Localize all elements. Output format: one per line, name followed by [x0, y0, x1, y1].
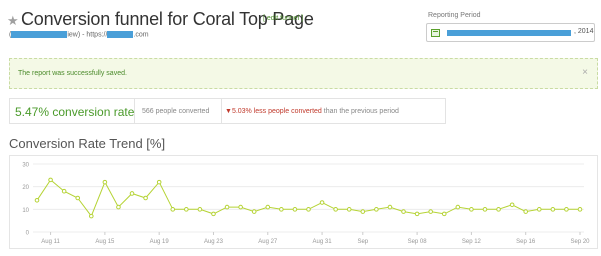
x-tick-label: Sep 12 — [462, 239, 482, 245]
redacted-block — [107, 31, 134, 38]
data-point — [496, 207, 501, 212]
data-point — [265, 204, 271, 210]
x-tick-label: Sep 20 — [570, 239, 590, 245]
data-point — [184, 207, 189, 212]
comparison-highlight: 5.03% less people converted — [231, 108, 322, 115]
data-point — [319, 200, 325, 205]
subtitle-mid: iew) - https:// — [67, 31, 108, 39]
redacted-block — [11, 31, 68, 38]
x-tick-label: Sep 16 — [516, 239, 536, 245]
data-point — [156, 179, 162, 185]
y-tick-label: 10 — [22, 208, 29, 214]
data-point — [414, 211, 420, 217]
divider — [221, 99, 222, 123]
data-point — [387, 204, 393, 210]
reporting-period-year: , 2014 — [574, 28, 594, 35]
reporting-period-picker[interactable]: , 2014 — [426, 23, 595, 42]
data-point — [346, 207, 352, 212]
y-tick-label: 30 — [22, 163, 29, 169]
data-point — [34, 197, 40, 203]
data-point — [360, 209, 366, 214]
conversion-trend-chart: 0 10 20 30 Aug 11 Aug 15 Aug 19 Aug 23 Aug 27 Aug… — [9, 155, 598, 249]
data-point — [61, 188, 67, 194]
conversion-rate-cell: 5.47% conversion rate — [10, 99, 135, 123]
close-icon[interactable]: × — [582, 67, 588, 78]
x-tick-label: Aug 23 — [204, 239, 224, 245]
page-subtitle: (iew) - https://.com — [9, 31, 149, 38]
conversion-rate-value: 5.47% conversion rate — [15, 105, 135, 119]
x-tick-label: Aug 15 — [95, 239, 115, 245]
reporting-period-label: Reporting Period — [428, 12, 481, 19]
data-point — [211, 211, 216, 217]
data-point — [279, 207, 284, 212]
x-tick-label: Aug 27 — [258, 239, 278, 245]
data-point — [129, 191, 135, 196]
x-tick-label: Aug 19 — [150, 239, 170, 245]
y-tick-label: 0 — [26, 231, 30, 237]
subtitle-suffix: .com — [133, 31, 149, 39]
data-point — [102, 179, 108, 185]
edit-funnel-link[interactable]: [ edit funnel ] — [263, 15, 303, 22]
data-point — [170, 207, 176, 212]
data-point — [333, 207, 338, 212]
data-point — [89, 213, 94, 219]
data-point — [428, 209, 433, 214]
y-tick-label: 20 — [22, 185, 29, 191]
period-comparison: ▼5.03% less people converted than the pr… — [225, 108, 399, 115]
data-point — [469, 207, 474, 212]
people-converted: 566 people converted — [142, 108, 210, 115]
data-point — [116, 204, 121, 210]
data-point — [455, 204, 461, 210]
data-point — [292, 207, 298, 212]
down-arrow-icon: ▼ — [225, 108, 232, 115]
x-tick-label: Aug 31 — [313, 239, 333, 245]
data-point — [224, 204, 230, 210]
redacted-block — [447, 30, 571, 36]
data-point — [536, 207, 542, 212]
data-point — [482, 207, 488, 212]
conversion-stats-bar: 5.47% conversion rate 566 people convert… — [9, 98, 446, 124]
calendar-icon — [431, 29, 440, 37]
comparison-rest: than the previous period — [321, 108, 399, 115]
x-tick-label: Sep 08 — [408, 239, 428, 245]
alert-message: The report was successfully saved. — [18, 70, 127, 77]
data-point — [251, 209, 257, 214]
data-point — [306, 207, 311, 212]
chart-section-title: Conversion Rate Trend [%] — [9, 136, 166, 151]
data-point — [75, 195, 81, 201]
data-point — [238, 204, 243, 210]
data-point — [374, 207, 379, 212]
data-point — [577, 207, 583, 212]
favorite-star-icon[interactable]: ★ — [7, 14, 19, 27]
chart-svg: 0 10 20 30 Aug 11 Aug 15 Aug 19 Aug 23 Aug 27 Aug… — [22, 163, 590, 246]
data-point — [564, 207, 569, 212]
data-point — [48, 177, 53, 183]
data-point — [523, 209, 529, 214]
data-point — [401, 209, 406, 214]
data-point — [143, 195, 148, 201]
success-alert: The report was successfully saved. × — [9, 58, 598, 89]
x-tick-label: Aug 11 — [41, 239, 60, 245]
data-point — [197, 207, 203, 212]
data-point — [441, 211, 447, 217]
x-tick-label: Sep — [357, 239, 368, 245]
data-point — [509, 202, 515, 208]
data-point — [550, 207, 556, 212]
